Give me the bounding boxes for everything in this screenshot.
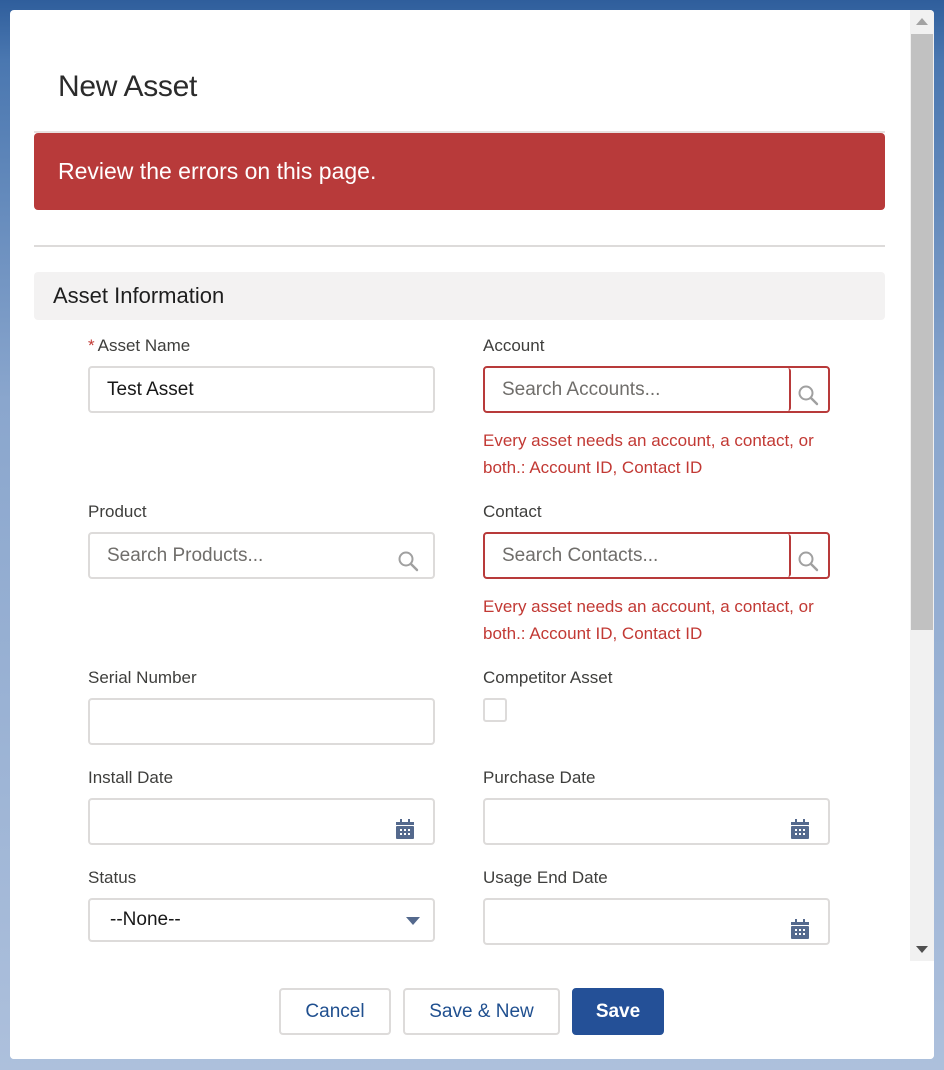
calendar-icon[interactable] xyxy=(790,912,812,939)
contact-search-input[interactable]: Search Contacts... xyxy=(485,534,791,577)
scroll-up-arrow-icon[interactable] xyxy=(916,18,928,25)
contact-label: Contact xyxy=(483,502,542,521)
install-date-field: Install Date xyxy=(88,767,435,845)
calendar-icon[interactable] xyxy=(790,812,812,839)
search-icon[interactable] xyxy=(797,379,819,406)
modal-footer: Cancel Save & New Save xyxy=(10,961,934,1059)
contact-lookup[interactable]: Search Contacts... xyxy=(483,532,830,579)
usage-end-date-label: Usage End Date xyxy=(483,868,608,887)
modal-body: New Asset Review the errors on this page… xyxy=(10,10,910,961)
error-banner: Review the errors on this page. xyxy=(34,133,885,210)
product-search-input[interactable]: Search Products... xyxy=(88,532,435,579)
competitor-asset-label: Competitor Asset xyxy=(483,668,613,687)
account-label: Account xyxy=(483,336,545,355)
purchase-date-label: Purchase Date xyxy=(483,768,596,787)
asset-name-label: * Asset Name xyxy=(88,336,191,355)
save-and-new-button[interactable]: Save & New xyxy=(403,988,560,1035)
save-button[interactable]: Save xyxy=(572,988,664,1035)
purchase-date-field: Purchase Date xyxy=(483,767,830,845)
serial-number-input[interactable] xyxy=(88,698,435,745)
purchase-date-input[interactable] xyxy=(483,798,830,845)
status-field: Status --None-- xyxy=(88,867,435,942)
chevron-down-icon xyxy=(406,917,420,925)
product-field: Product Search Products... xyxy=(88,501,435,579)
serial-number-field: Serial Number xyxy=(88,667,435,745)
cancel-button[interactable]: Cancel xyxy=(279,988,391,1035)
install-date-label: Install Date xyxy=(88,768,174,787)
account-error: Every asset needs an account, a contact,… xyxy=(483,431,814,477)
status-select[interactable]: --None-- xyxy=(88,898,435,942)
modal-title: New Asset xyxy=(58,70,198,103)
scrollbar-thumb[interactable] xyxy=(911,34,933,630)
status-label: Status xyxy=(88,868,137,887)
competitor-asset-checkbox[interactable] xyxy=(483,698,507,722)
section-divider xyxy=(34,245,885,247)
usage-end-date-field: Usage End Date xyxy=(483,867,830,945)
install-date-input[interactable] xyxy=(88,798,435,845)
account-field: Account Search Accounts... Every asset n… xyxy=(483,335,830,481)
search-icon xyxy=(397,545,419,572)
serial-number-label: Serial Number xyxy=(88,668,197,687)
required-marker: * xyxy=(88,336,95,355)
product-label: Product xyxy=(88,502,147,521)
usage-end-date-input[interactable] xyxy=(483,898,830,945)
asset-name-input[interactable]: Test Asset xyxy=(88,366,435,413)
competitor-asset-field: Competitor Asset xyxy=(483,667,830,722)
scroll-down-arrow-icon[interactable] xyxy=(916,946,928,953)
account-lookup[interactable]: Search Accounts... xyxy=(483,366,830,413)
new-asset-modal: New Asset Review the errors on this page… xyxy=(10,10,934,1059)
contact-error: Every asset needs an account, a contact,… xyxy=(483,597,814,643)
search-icon[interactable] xyxy=(797,545,819,572)
account-search-input[interactable]: Search Accounts... xyxy=(485,368,791,411)
asset-name-field: * Asset Name Test Asset xyxy=(88,335,435,413)
vertical-scrollbar[interactable] xyxy=(910,10,934,961)
calendar-icon[interactable] xyxy=(395,812,417,839)
contact-field: Contact Search Contacts... Every asset n… xyxy=(483,501,830,647)
section-header-asset-information[interactable]: Asset Information xyxy=(34,272,885,320)
